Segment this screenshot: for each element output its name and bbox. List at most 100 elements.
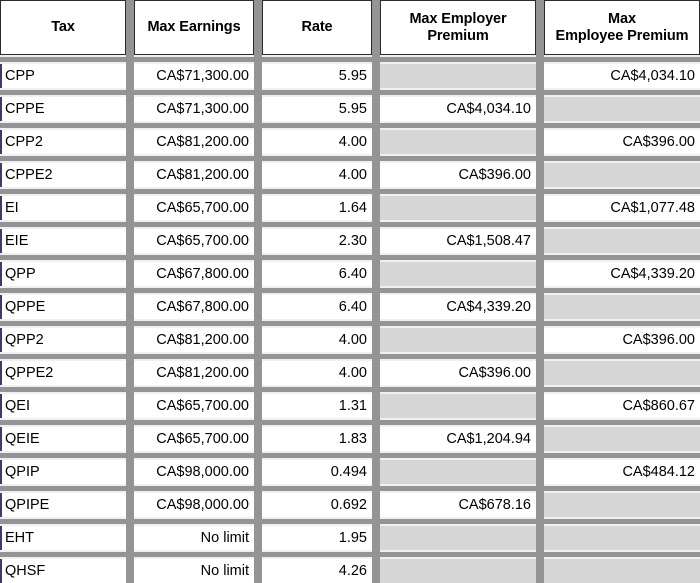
column-header-max-earnings[interactable]: Max Earnings [134, 0, 254, 55]
cell-tax[interactable]: EI [0, 196, 126, 220]
cell-rate[interactable]: 0.494 [262, 460, 372, 484]
table-row[interactable]: CPPE2 CA$81,200.00 4.00 CA$396.00 [0, 163, 700, 187]
table-row[interactable]: QPP CA$67,800.00 6.40 CA$4,339.20 [0, 262, 700, 286]
cell-max-employer-premium[interactable] [380, 460, 536, 484]
cell-rate[interactable]: 5.95 [262, 97, 372, 121]
cell-rate[interactable]: 1.64 [262, 196, 372, 220]
column-header-max-employer-premium[interactable]: Max Employer Premium [380, 0, 536, 55]
cell-max-earnings[interactable]: CA$81,200.00 [134, 361, 254, 385]
table-row[interactable]: CPPE CA$71,300.00 5.95 CA$4,034.10 [0, 97, 700, 121]
cell-max-earnings[interactable]: No limit [134, 559, 254, 583]
cell-max-employee-premium[interactable]: CA$396.00 [544, 130, 700, 154]
cell-max-employee-premium[interactable]: CA$484.12 [544, 460, 700, 484]
cell-tax[interactable]: CPP2 [0, 130, 126, 154]
cell-max-earnings[interactable]: CA$98,000.00 [134, 460, 254, 484]
cell-max-employee-premium[interactable]: CA$396.00 [544, 328, 700, 352]
cell-max-employee-premium[interactable]: CA$4,034.10 [544, 64, 700, 88]
cell-max-employee-premium[interactable] [544, 97, 700, 121]
cell-max-employer-premium[interactable] [380, 559, 536, 583]
table-row[interactable]: QPP2 CA$81,200.00 4.00 CA$396.00 [0, 328, 700, 352]
cell-max-employer-premium[interactable] [380, 130, 536, 154]
cell-max-employer-premium[interactable]: CA$1,508.47 [380, 229, 536, 253]
cell-rate[interactable]: 6.40 [262, 262, 372, 286]
table-row[interactable]: QPIPE CA$98,000.00 0.692 CA$678.16 [0, 493, 700, 517]
table-row[interactable]: CPP2 CA$81,200.00 4.00 CA$396.00 [0, 130, 700, 154]
cell-max-earnings[interactable]: CA$67,800.00 [134, 262, 254, 286]
cell-max-employer-premium[interactable] [380, 328, 536, 352]
cell-max-employer-premium[interactable]: CA$396.00 [380, 361, 536, 385]
cell-tax[interactable]: QPIP [0, 460, 126, 484]
cell-max-employer-premium[interactable]: CA$4,339.20 [380, 295, 536, 319]
cell-tax[interactable]: EIE [0, 229, 126, 253]
column-header-rate[interactable]: Rate [262, 0, 372, 55]
cell-max-employee-premium[interactable] [544, 229, 700, 253]
cell-rate[interactable]: 4.00 [262, 130, 372, 154]
cell-max-earnings[interactable]: No limit [134, 526, 254, 550]
column-header-tax[interactable]: Tax [0, 0, 126, 55]
cell-rate[interactable]: 4.00 [262, 328, 372, 352]
cell-max-earnings[interactable]: CA$65,700.00 [134, 427, 254, 451]
cell-tax[interactable]: QHSF [0, 559, 126, 583]
cell-max-employer-premium[interactable] [380, 64, 536, 88]
cell-max-earnings[interactable]: CA$65,700.00 [134, 196, 254, 220]
cell-tax[interactable]: CPP [0, 64, 126, 88]
table-row[interactable]: QEI CA$65,700.00 1.31 CA$860.67 [0, 394, 700, 418]
table-row[interactable]: QPPE2 CA$81,200.00 4.00 CA$396.00 [0, 361, 700, 385]
cell-max-employee-premium[interactable]: CA$4,339.20 [544, 262, 700, 286]
cell-rate[interactable]: 6.40 [262, 295, 372, 319]
cell-max-earnings[interactable]: CA$71,300.00 [134, 97, 254, 121]
table-row[interactable]: EI CA$65,700.00 1.64 CA$1,077.48 [0, 196, 700, 220]
cell-max-employee-premium[interactable] [544, 163, 700, 187]
cell-tax[interactable]: QPPE2 [0, 361, 126, 385]
cell-max-employer-premium[interactable] [380, 526, 536, 550]
cell-tax[interactable]: CPPE2 [0, 163, 126, 187]
cell-tax[interactable]: QPIPE [0, 493, 126, 517]
cell-max-employer-premium[interactable]: CA$4,034.10 [380, 97, 536, 121]
cell-max-employee-premium[interactable]: CA$1,077.48 [544, 196, 700, 220]
cell-tax[interactable]: QPPE [0, 295, 126, 319]
cell-max-employee-premium[interactable] [544, 295, 700, 319]
cell-max-employer-premium[interactable] [380, 394, 536, 418]
cell-max-earnings[interactable]: CA$65,700.00 [134, 229, 254, 253]
cell-rate[interactable]: 1.83 [262, 427, 372, 451]
table-row[interactable]: CPP CA$71,300.00 5.95 CA$4,034.10 [0, 64, 700, 88]
table-row[interactable]: QEIE CA$65,700.00 1.83 CA$1,204.94 [0, 427, 700, 451]
cell-rate[interactable]: 2.30 [262, 229, 372, 253]
cell-max-employer-premium[interactable]: CA$396.00 [380, 163, 536, 187]
cell-max-earnings[interactable]: CA$65,700.00 [134, 394, 254, 418]
cell-max-employee-premium[interactable] [544, 559, 700, 583]
cell-tax[interactable]: CPPE [0, 97, 126, 121]
table-row[interactable]: QHSF No limit 4.26 [0, 559, 700, 583]
table-row[interactable]: EIE CA$65,700.00 2.30 CA$1,508.47 [0, 229, 700, 253]
cell-max-earnings[interactable]: CA$81,200.00 [134, 163, 254, 187]
cell-rate[interactable]: 4.26 [262, 559, 372, 583]
cell-tax[interactable]: EHT [0, 526, 126, 550]
cell-max-earnings[interactable]: CA$71,300.00 [134, 64, 254, 88]
cell-tax[interactable]: QPP2 [0, 328, 126, 352]
cell-max-employer-premium[interactable]: CA$1,204.94 [380, 427, 536, 451]
cell-rate[interactable]: 1.31 [262, 394, 372, 418]
cell-max-earnings[interactable]: CA$67,800.00 [134, 295, 254, 319]
cell-max-earnings[interactable]: CA$98,000.00 [134, 493, 254, 517]
cell-max-employer-premium[interactable] [380, 262, 536, 286]
cell-max-employee-premium[interactable]: CA$860.67 [544, 394, 700, 418]
cell-max-earnings[interactable]: CA$81,200.00 [134, 328, 254, 352]
table-row[interactable]: EHT No limit 1.95 [0, 526, 700, 550]
cell-max-employee-premium[interactable] [544, 361, 700, 385]
cell-rate[interactable]: 4.00 [262, 163, 372, 187]
cell-rate[interactable]: 4.00 [262, 361, 372, 385]
cell-rate[interactable]: 5.95 [262, 64, 372, 88]
cell-tax[interactable]: QEI [0, 394, 126, 418]
cell-max-employer-premium[interactable] [380, 196, 536, 220]
cell-rate[interactable]: 0.692 [262, 493, 372, 517]
cell-tax[interactable]: QPP [0, 262, 126, 286]
table-row[interactable]: QPIP CA$98,000.00 0.494 CA$484.12 [0, 460, 700, 484]
cell-max-employee-premium[interactable] [544, 427, 700, 451]
cell-rate[interactable]: 1.95 [262, 526, 372, 550]
cell-max-employee-premium[interactable] [544, 526, 700, 550]
table-row[interactable]: QPPE CA$67,800.00 6.40 CA$4,339.20 [0, 295, 700, 319]
cell-tax[interactable]: QEIE [0, 427, 126, 451]
cell-max-earnings[interactable]: CA$81,200.00 [134, 130, 254, 154]
column-header-max-employee-premium[interactable]: Max Employee Premium [544, 0, 700, 55]
cell-max-employee-premium[interactable] [544, 493, 700, 517]
